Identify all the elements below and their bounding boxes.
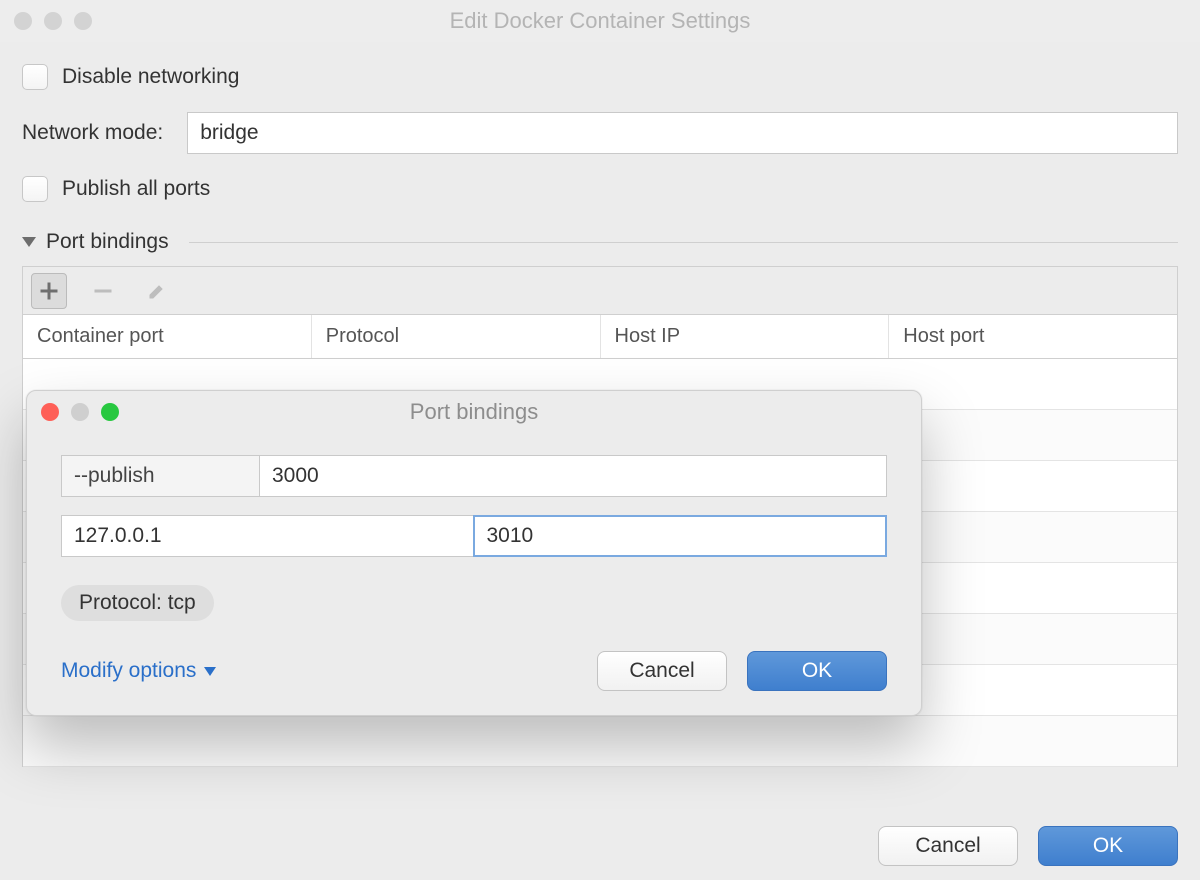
close-icon[interactable] [41, 403, 59, 421]
window-title: Edit Docker Container Settings [0, 8, 1200, 34]
protocol-chip[interactable]: Protocol: tcp [61, 585, 214, 621]
disable-networking-row: Disable networking [22, 64, 1178, 90]
pencil-icon [147, 281, 167, 301]
close-icon[interactable] [14, 12, 32, 30]
cancel-label: Cancel [629, 659, 694, 683]
col-host-ip[interactable]: Host IP [601, 315, 890, 358]
disable-networking-checkbox[interactable] [22, 64, 48, 90]
port-bindings-toolbar [22, 266, 1178, 314]
publish-all-checkbox[interactable] [22, 176, 48, 202]
port-bindings-label: Port bindings [46, 230, 169, 254]
edit-button[interactable] [139, 273, 175, 309]
dialog-window-controls [41, 403, 119, 421]
zoom-icon[interactable] [101, 403, 119, 421]
host-port-input[interactable] [473, 515, 888, 557]
network-mode-label: Network mode: [22, 121, 163, 145]
port-bindings-dialog: Port bindings --publish Protocol: tcp Mo… [26, 390, 922, 716]
container-port-input[interactable] [259, 455, 887, 497]
col-host-port[interactable]: Host port [889, 315, 1177, 358]
divider [189, 242, 1178, 243]
dialog-titlebar: Port bindings [27, 391, 921, 433]
dialog-content: --publish Protocol: tcp Modify options C… [27, 433, 921, 715]
disable-networking-label: Disable networking [62, 65, 239, 89]
modify-options-label: Modify options [61, 659, 196, 683]
col-protocol[interactable]: Protocol [312, 315, 601, 358]
ok-button[interactable]: OK [1038, 826, 1178, 866]
chevron-down-icon [22, 237, 36, 247]
titlebar: Edit Docker Container Settings [0, 0, 1200, 42]
chevron-down-icon [204, 667, 216, 676]
port-bindings-header[interactable]: Port bindings [22, 230, 1178, 254]
publish-row: --publish [61, 455, 887, 497]
port-bindings-table-header: Container port Protocol Host IP Host por… [22, 314, 1178, 359]
publish-all-label: Publish all ports [62, 177, 210, 201]
dialog-cancel-button[interactable]: Cancel [597, 651, 727, 691]
dialog-title: Port bindings [27, 399, 921, 425]
add-button[interactable] [31, 273, 67, 309]
remove-button[interactable] [85, 273, 121, 309]
col-container-port[interactable]: Container port [23, 315, 312, 358]
window-controls [14, 12, 92, 30]
minus-icon [93, 281, 113, 301]
protocol-chip-label: Protocol: tcp [79, 591, 196, 615]
main-footer: Cancel OK [0, 812, 1200, 880]
ok-label: OK [802, 659, 832, 683]
zoom-icon[interactable] [74, 12, 92, 30]
table-row[interactable] [23, 716, 1177, 767]
host-ip-input[interactable] [61, 515, 473, 557]
dialog-footer: Modify options Cancel OK [61, 651, 887, 691]
cancel-button[interactable]: Cancel [878, 826, 1018, 866]
network-mode-row: Network mode: [22, 112, 1178, 154]
dialog-ok-button[interactable]: OK [747, 651, 887, 691]
plus-icon [39, 281, 59, 301]
publish-flag-label: --publish [61, 455, 259, 497]
minimize-icon[interactable] [71, 403, 89, 421]
modify-options-link[interactable]: Modify options [61, 659, 216, 683]
network-mode-input[interactable] [187, 112, 1178, 154]
ok-label: OK [1093, 834, 1123, 858]
cancel-label: Cancel [915, 834, 980, 858]
publish-all-row: Publish all ports [22, 176, 1178, 202]
minimize-icon[interactable] [44, 12, 62, 30]
host-row [61, 515, 887, 557]
